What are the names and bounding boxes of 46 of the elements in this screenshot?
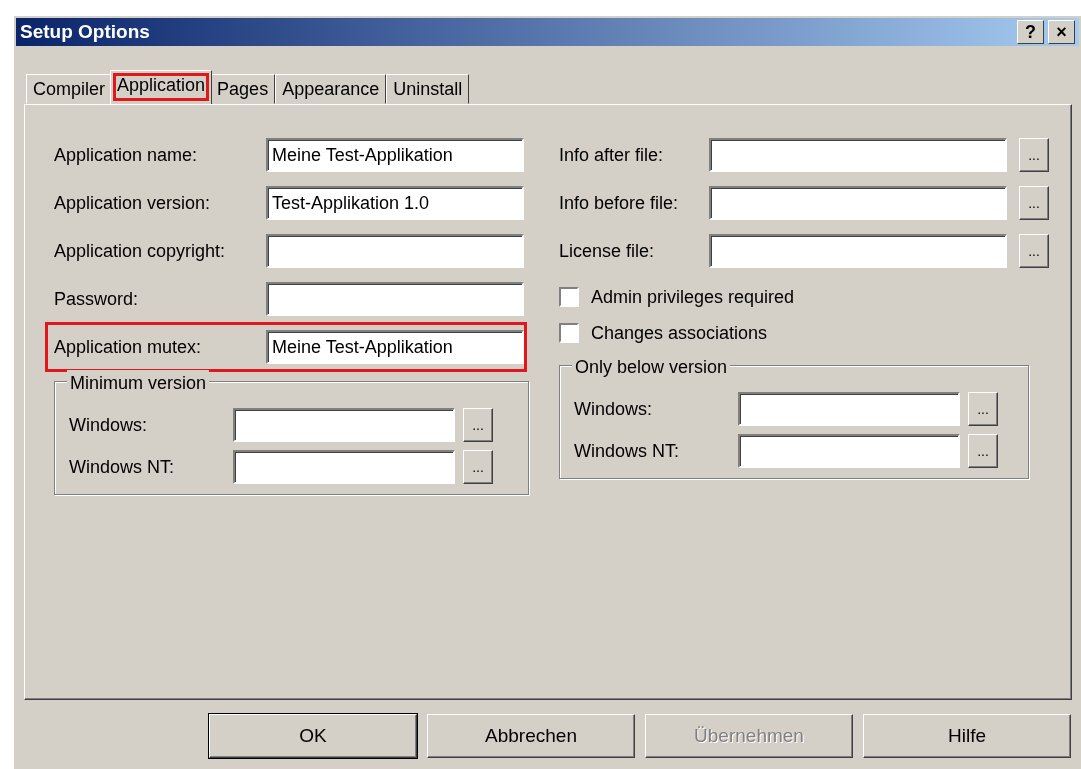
window-title: Setup Options (20, 19, 150, 44)
tab[interactable]: Compiler (26, 74, 113, 104)
input-field[interactable] (709, 186, 1007, 220)
field-label: Windows: (574, 397, 654, 421)
browse-button[interactable]: ... (463, 450, 493, 484)
field-label: Windows NT: (69, 455, 176, 479)
tab[interactable]: Uninstall (386, 74, 470, 104)
tab[interactable]: Application (110, 70, 213, 104)
field-label: Info after file: (559, 143, 665, 167)
browse-button[interactable]: ... (1019, 234, 1049, 268)
field-label: Password: (54, 287, 140, 311)
dialog-button[interactable]: OK (209, 714, 417, 758)
checkbox[interactable] (559, 287, 579, 307)
input-field[interactable] (266, 234, 524, 268)
input-field[interactable] (233, 450, 455, 484)
input-field[interactable] (709, 138, 1007, 172)
help-button[interactable]: ? (1017, 20, 1044, 44)
input-field[interactable]: Test-Applikation 1.0 (266, 186, 524, 220)
browse-button[interactable]: ... (968, 434, 998, 468)
field-label: Application copyright: (54, 239, 227, 263)
input-field[interactable]: Meine Test-Applikation (266, 330, 524, 364)
browse-button[interactable]: ... (463, 408, 493, 442)
browse-button[interactable]: ... (1019, 186, 1049, 220)
input-field[interactable] (738, 434, 960, 468)
checkbox-label: Changes associations (591, 321, 768, 345)
dialog-button[interactable]: Abbrechen (427, 714, 635, 758)
input-field[interactable] (233, 408, 455, 442)
dialog-button[interactable]: Hilfe (863, 714, 1071, 758)
browse-button[interactable]: ... (968, 392, 998, 426)
field-label: Windows: (69, 413, 149, 437)
checkbox-label: Admin privileges required (591, 285, 795, 309)
field-label: Application version: (54, 191, 212, 215)
input-field[interactable] (738, 392, 960, 426)
field-label: Info before file: (559, 191, 680, 215)
field-label: Windows NT: (574, 439, 681, 463)
browse-button[interactable]: ... (1019, 138, 1049, 172)
field-label: Application mutex: (54, 335, 203, 359)
checkbox[interactable] (559, 323, 579, 343)
tab[interactable]: Appearance (275, 74, 387, 104)
field-label: Application name: (54, 143, 199, 167)
field-label: License file: (559, 239, 656, 263)
close-button[interactable]: × (1048, 20, 1075, 44)
tab[interactable]: Pages (210, 74, 276, 104)
input-field[interactable] (266, 282, 524, 316)
input-field[interactable]: Meine Test-Applikation (266, 138, 524, 172)
input-field[interactable] (709, 234, 1007, 268)
